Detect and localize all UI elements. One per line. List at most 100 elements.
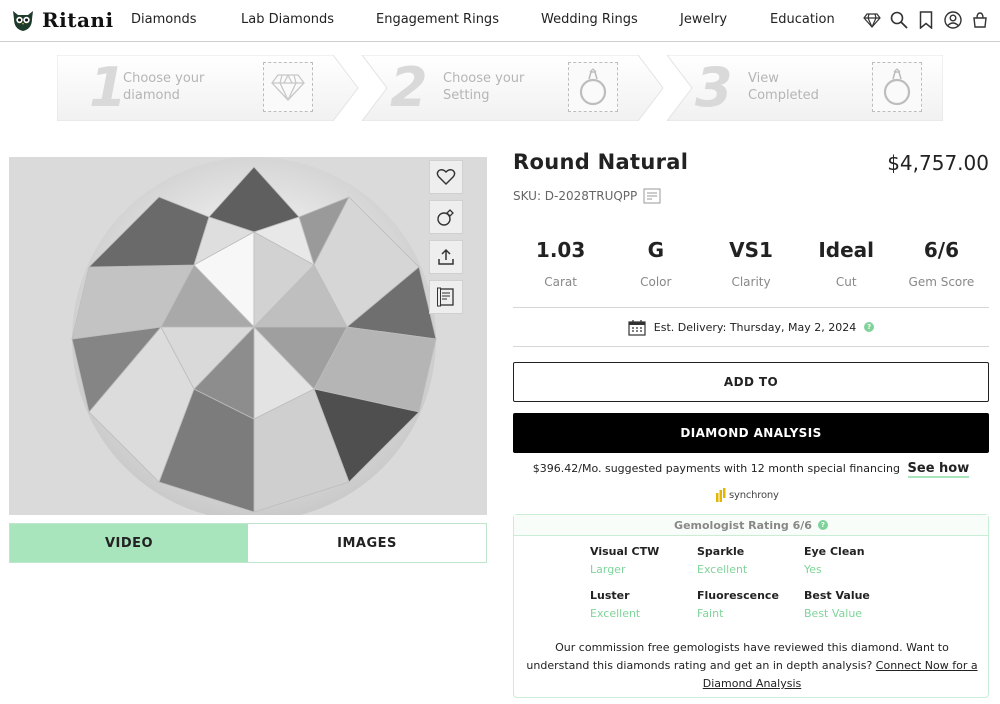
brand-name: Ritani — [42, 8, 114, 32]
attr-fluorescence: Fluorescence Faint — [697, 589, 797, 620]
spec-value: VS1 — [729, 238, 773, 262]
diamond-image — [71, 157, 437, 515]
gem-rating-title: Gemologist Rating 6/6 — [674, 518, 812, 532]
step-number: 2 — [390, 56, 428, 119]
account-icon[interactable] — [943, 9, 963, 31]
attr-name: Fluorescence — [697, 589, 779, 602]
nav-link-diamonds[interactable]: Diamonds — [131, 12, 196, 27]
spec-clarity: VS1 Clarity — [703, 238, 798, 307]
diamond-media-viewer[interactable] — [9, 157, 487, 515]
nav-link-wedding-rings[interactable]: Wedding Rings — [541, 12, 638, 27]
attr-value: Yes — [804, 563, 822, 576]
attr-value: Excellent — [697, 563, 748, 576]
delivery-text: Est. Delivery: Thursday, May 2, 2024 — [653, 320, 857, 334]
attr-name: Visual CTW — [590, 545, 660, 558]
heart-icon[interactable] — [429, 160, 463, 194]
spec-value: 1.03 — [535, 238, 586, 262]
step-label: View Completed — [748, 70, 848, 104]
financing-info: $396.42/Mo. suggested payments with 12 m… — [513, 461, 989, 478]
attr-eye-clean: Eye Clean Yes — [804, 545, 904, 576]
build-steps: 1 Choose your diamond 2 Choose your Sett… — [57, 55, 943, 121]
spec-label: Carat — [544, 275, 577, 289]
synchrony-text: synchrony — [729, 489, 779, 501]
media-tabs: VIDEO IMAGES — [9, 523, 487, 563]
step-label-line1: View — [748, 71, 779, 86]
financing-text: $396.42/Mo. suggested payments with 12 m… — [532, 462, 901, 475]
help-icon[interactable]: ? — [817, 520, 828, 530]
certificate-icon[interactable] — [429, 280, 463, 314]
step-view-completed[interactable]: 3 View Completed — [667, 55, 943, 121]
diamond-icon[interactable] — [862, 9, 882, 31]
attr-sparkle: Sparkle Excellent — [697, 545, 797, 576]
owl-logo-icon — [13, 11, 33, 31]
certificate-small-icon[interactable] — [643, 188, 661, 204]
step-label: Choose your Setting — [443, 70, 543, 104]
attr-visual-ctw: Visual CTW Larger — [590, 545, 690, 576]
step-label-line2: diamond — [123, 88, 180, 103]
gem-rating-header: Gemologist Rating 6/6 ? — [514, 515, 988, 536]
cart-icon[interactable] — [970, 9, 990, 31]
nav-link-engagement-rings[interactable]: Engagement Rings — [376, 12, 499, 27]
step-label-line1: Choose your — [443, 71, 525, 86]
spec-gem-score: 6/6 Gem Score — [894, 238, 989, 307]
spec-value: G — [647, 238, 665, 262]
spec-value: Ideal — [818, 238, 875, 262]
attr-name: Best Value — [804, 589, 870, 602]
delivery-estimate: Est. Delivery: Thursday, May 2, 2024 ? — [513, 308, 989, 347]
spec-color: G Color — [608, 238, 703, 307]
spec-carat: 1.03 Carat — [513, 238, 608, 307]
attr-value: Faint — [697, 607, 724, 620]
attr-value: Best Value — [804, 607, 863, 620]
step-number: 3 — [695, 56, 733, 119]
step-choose-diamond[interactable]: 1 Choose your diamond — [57, 55, 357, 121]
spec-label: Clarity — [731, 275, 771, 289]
attr-name: Luster — [590, 589, 630, 602]
tab-video[interactable]: VIDEO — [10, 524, 248, 562]
spec-cut: Ideal Cut — [799, 238, 894, 307]
nav-link-lab-diamonds[interactable]: Lab Diamonds — [241, 12, 334, 27]
sku-text: SKU: D-2028TRUQPP — [513, 189, 638, 203]
nav-icon-group — [862, 9, 990, 31]
step-label-line1: Choose your — [123, 71, 205, 86]
nav-link-education[interactable]: Education — [770, 12, 835, 27]
product-title: Round Natural — [513, 150, 689, 174]
step-label-line2: Setting — [443, 88, 490, 103]
spec-label: Gem Score — [908, 275, 975, 289]
step-label-line2: Completed — [748, 88, 819, 103]
ring-outline-icon — [568, 62, 618, 112]
step-choose-setting[interactable]: 2 Choose your Setting — [362, 55, 662, 121]
synchrony-mark-icon — [716, 488, 726, 502]
diamond-outline-icon — [263, 62, 313, 112]
attr-value: Larger — [590, 563, 626, 576]
gemologist-rating-panel: Gemologist Rating 6/6 ? Visual CTW Large… — [513, 514, 989, 698]
product-sku: SKU: D-2028TRUQPP — [513, 188, 661, 204]
share-icon[interactable] — [429, 240, 463, 274]
attr-name: Sparkle — [697, 545, 745, 558]
calendar-icon — [628, 319, 646, 336]
add-to-button[interactable]: ADD TO — [513, 362, 989, 402]
tab-images[interactable]: IMAGES — [248, 524, 486, 562]
brand-logo[interactable]: Ritani — [10, 7, 114, 33]
step-label: Choose your diamond — [123, 70, 223, 104]
spec-value: 6/6 — [923, 238, 959, 262]
attr-best-value: Best Value Best Value — [804, 589, 904, 620]
spec-label: Cut — [835, 275, 857, 289]
nav-link-jewelry[interactable]: Jewelry — [680, 12, 727, 27]
media-toolbar — [429, 160, 463, 314]
ring-link-icon[interactable] — [429, 200, 463, 234]
help-icon[interactable]: ? — [864, 322, 875, 332]
bookmark-icon[interactable] — [916, 9, 936, 31]
spec-label: Color — [640, 275, 672, 289]
product-price: $4,757.00 — [887, 151, 989, 175]
attr-luster: Luster Excellent — [590, 589, 690, 620]
ring-outline-icon — [872, 62, 922, 112]
gem-rating-note: Our commission free gemologists have rev… — [524, 639, 980, 693]
diamond-specs: 1.03 Carat G Color VS1 Clarity Ideal Cut… — [513, 238, 989, 308]
see-how-link[interactable]: See how — [907, 461, 970, 478]
attr-value: Excellent — [590, 607, 641, 620]
search-icon[interactable] — [889, 9, 909, 31]
top-nav: Ritani Diamonds Lab Diamonds Engagement … — [0, 0, 1000, 42]
attr-name: Eye Clean — [804, 545, 865, 558]
step-number: 1 — [89, 56, 127, 119]
diamond-analysis-button[interactable]: DIAMOND ANALYSIS — [513, 413, 989, 453]
